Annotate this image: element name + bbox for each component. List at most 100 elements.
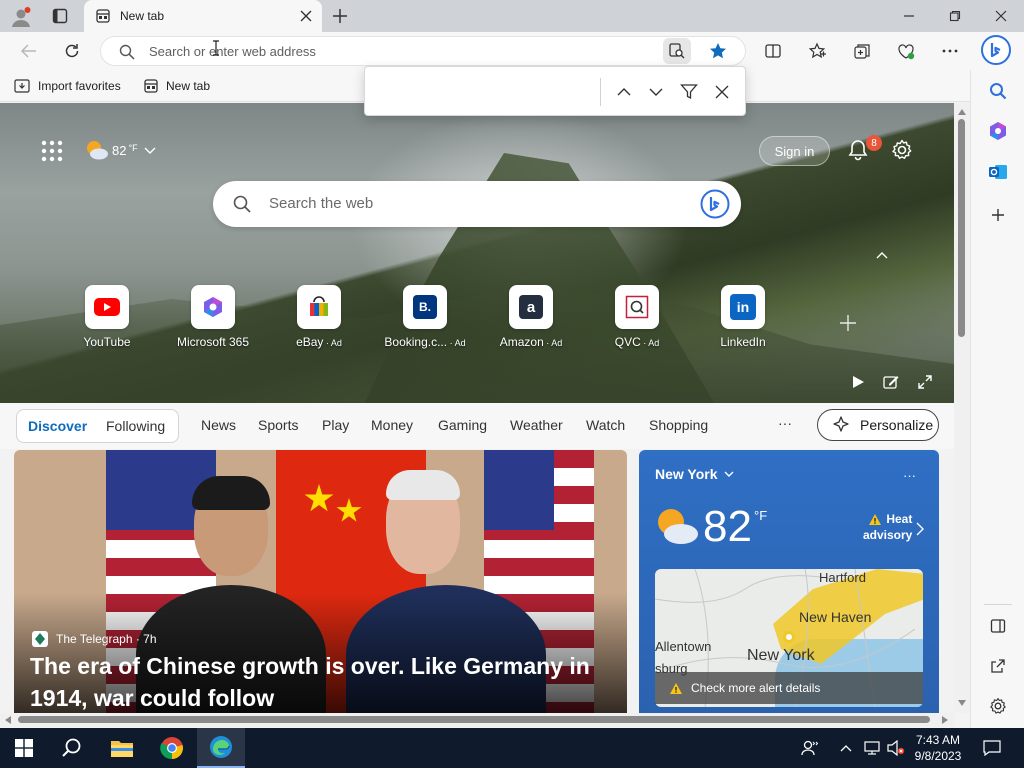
add-quick-link-icon[interactable]: [838, 313, 858, 333]
volume-muted-icon[interactable]: [884, 728, 908, 768]
sidebar-outlook-icon[interactable]: [984, 158, 1012, 186]
find-input[interactable]: [369, 73, 595, 111]
quick-link-amazon[interactable]: a Amazon · Ad: [483, 285, 579, 349]
quick-link-ebay[interactable]: eBay · Ad: [271, 285, 367, 349]
tab-actions-icon[interactable]: [52, 8, 68, 24]
chrome-icon[interactable]: [148, 728, 196, 768]
nav-watch[interactable]: Watch: [586, 417, 625, 433]
restore-button[interactable]: [932, 0, 978, 32]
sidebar-settings-gear-icon[interactable]: [984, 692, 1012, 720]
scroll-left-arrow-icon[interactable]: [5, 716, 11, 724]
favorites-icon[interactable]: [803, 36, 833, 66]
quick-link-youtube[interactable]: YouTube: [59, 285, 155, 349]
nav-play[interactable]: Play: [322, 417, 349, 433]
expand-icon[interactable]: [917, 374, 933, 390]
heat-advisory-alert[interactable]: Heat advisory: [863, 511, 912, 543]
scroll-right-arrow-icon[interactable]: [942, 716, 948, 724]
chevron-right-icon[interactable]: [915, 522, 925, 536]
tab-discover[interactable]: Discover: [28, 418, 87, 434]
scroll-down-arrow-icon[interactable]: [958, 700, 966, 706]
page-settings-gear-icon[interactable]: [890, 138, 914, 162]
taskbar-clock[interactable]: 7:43 AM 9/8/2023: [908, 732, 968, 764]
file-explorer-icon[interactable]: [98, 728, 146, 768]
settings-more-icon[interactable]: [935, 36, 965, 66]
nav-weather[interactable]: Weather: [510, 417, 563, 433]
clock-date: 9/8/2023: [914, 749, 962, 763]
show-hidden-icons-chevron-icon[interactable]: [834, 728, 858, 768]
profile-icon[interactable]: [10, 6, 32, 28]
nav-gaming[interactable]: Gaming: [438, 417, 487, 433]
horizontal-scrollbar[interactable]: [0, 713, 954, 727]
vertical-scroll-thumb[interactable]: [958, 119, 965, 337]
bing-copilot-icon[interactable]: [980, 34, 1012, 66]
bing-chat-icon[interactable]: [700, 189, 730, 219]
find-filter-icon[interactable]: [680, 83, 698, 101]
vertical-scrollbar[interactable]: [954, 103, 970, 713]
split-screen-icon[interactable]: [758, 36, 788, 66]
minimize-button[interactable]: [886, 0, 932, 32]
sidebar-microsoft-365-icon[interactable]: [984, 117, 1012, 145]
personalize-button[interactable]: Personalize: [817, 409, 939, 441]
favorite-new-tab[interactable]: New tab: [144, 76, 210, 96]
action-center-icon[interactable]: [972, 728, 1012, 768]
person-right-hair: [386, 470, 460, 500]
news-card[interactable]: The Telegraph · 7h The era of Chinese gr…: [14, 450, 627, 713]
collapse-chevron-up-icon[interactable]: [874, 247, 890, 263]
collections-icon[interactable]: [847, 36, 877, 66]
sign-in-button[interactable]: Sign in: [759, 136, 830, 166]
close-window-button[interactable]: [978, 0, 1024, 32]
horizontal-scroll-thumb[interactable]: [18, 716, 930, 723]
feed-navigation: Discover Following News Sports Play Mone…: [0, 403, 954, 449]
news-source[interactable]: The Telegraph · 7h: [32, 631, 157, 647]
sidebar-hide-icon[interactable]: [984, 612, 1012, 640]
close-tab-icon[interactable]: [300, 10, 312, 22]
address-bar[interactable]: Search or enter web address: [100, 36, 746, 66]
sidebar-open-external-icon[interactable]: [984, 652, 1012, 680]
sidebar-search-icon[interactable]: [984, 77, 1012, 105]
find-close-icon[interactable]: [715, 85, 729, 99]
nav-news[interactable]: News: [201, 417, 236, 433]
favorite-star-icon[interactable]: [709, 42, 727, 60]
address-input[interactable]: Search or enter web address: [149, 44, 316, 59]
booking-logo-icon: B.: [413, 295, 437, 319]
find-on-page-icon[interactable]: [663, 38, 691, 64]
weather-location-label: New York: [655, 466, 718, 482]
partly-sunny-icon: [84, 138, 110, 162]
scroll-up-arrow-icon[interactable]: [958, 109, 966, 115]
play-video-icon[interactable]: [850, 374, 866, 390]
taskbar-search-icon[interactable]: [48, 728, 96, 768]
people-icon[interactable]: [788, 728, 832, 768]
web-search-input[interactable]: Search the web: [269, 195, 373, 212]
refresh-icon[interactable]: [57, 36, 87, 66]
sidebar-add-icon[interactable]: [984, 201, 1012, 229]
news-headline[interactable]: The era of Chinese growth is over. Like …: [30, 650, 610, 713]
new-tab-button[interactable]: [332, 8, 348, 24]
weather-more-button[interactable]: ···: [903, 468, 916, 483]
network-icon[interactable]: [860, 728, 884, 768]
quick-link-qvc[interactable]: QVC · Ad: [589, 285, 685, 349]
nav-sports[interactable]: Sports: [258, 417, 298, 433]
web-search-box[interactable]: Search the web: [213, 181, 741, 227]
tab-following[interactable]: Following: [106, 418, 165, 434]
hero-weather[interactable]: 82 °F: [84, 137, 156, 163]
edit-background-icon[interactable]: [883, 374, 899, 390]
weather-card[interactable]: New York ··· 82 °F Heat advisory Hartfor…: [639, 450, 939, 713]
favorite-import[interactable]: Import favorites: [14, 76, 121, 96]
nav-money[interactable]: Money: [371, 417, 413, 433]
nav-shopping[interactable]: Shopping: [649, 417, 708, 433]
check-alert-details-button[interactable]: Check more alert details: [655, 672, 923, 704]
back-icon[interactable]: [14, 36, 44, 66]
apps-grid-icon[interactable]: [40, 139, 64, 163]
edge-taskbar-icon[interactable]: [197, 728, 245, 768]
nav-more-button[interactable]: ···: [778, 415, 792, 431]
browser-essentials-icon[interactable]: [891, 36, 921, 66]
find-previous-icon[interactable]: [616, 84, 632, 100]
quick-link-linkedin[interactable]: in LinkedIn: [695, 285, 791, 349]
find-next-icon[interactable]: [648, 84, 664, 100]
weather-location[interactable]: New York: [655, 466, 734, 482]
import-favorites-icon: [14, 78, 30, 94]
quick-link-booking[interactable]: B. Booking.c... · Ad: [377, 285, 473, 349]
tab-new-tab[interactable]: New tab: [84, 0, 322, 32]
windows-start-icon[interactable]: [0, 728, 48, 768]
quick-link-microsoft-365[interactable]: Microsoft 365: [165, 285, 261, 349]
